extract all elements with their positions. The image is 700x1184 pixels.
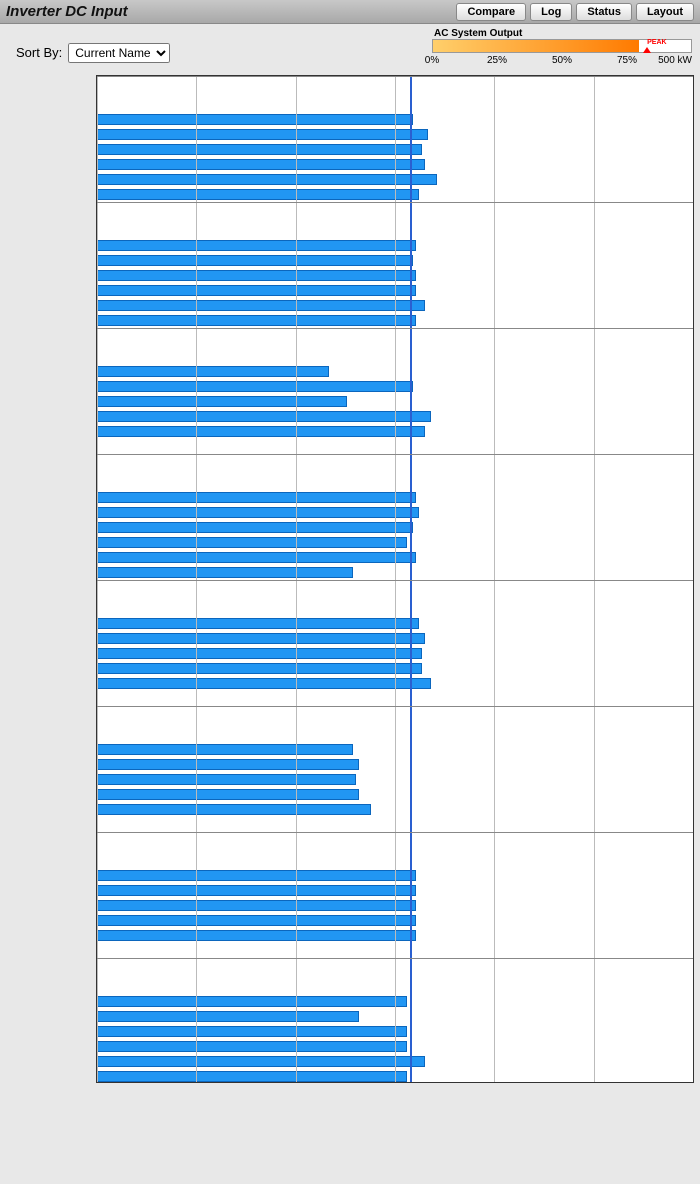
- status-button[interactable]: Status: [576, 3, 632, 21]
- bar: [97, 1071, 407, 1082]
- bar: [97, 255, 413, 266]
- bar: [97, 567, 353, 578]
- bar: [97, 159, 425, 170]
- bar: [97, 678, 431, 689]
- sort-control: Sort By: Current Name: [8, 28, 170, 69]
- ac-tick: 25%: [487, 55, 507, 66]
- group-separator: [97, 202, 693, 203]
- sort-label: Sort By:: [16, 45, 62, 60]
- grid-line: [97, 76, 98, 1082]
- bar: [97, 759, 359, 770]
- compare-button[interactable]: Compare: [456, 3, 526, 21]
- ac-output-bar: PEAK: [432, 39, 692, 53]
- bar: [97, 300, 425, 311]
- bar: [97, 537, 407, 548]
- ac-output-label: AC System Output: [432, 28, 692, 39]
- group-separator: [97, 328, 693, 329]
- bar: [97, 381, 413, 392]
- window-header: Inverter DC Input Compare Log Status Lay…: [0, 0, 700, 24]
- bar: [97, 492, 416, 503]
- ac-output-panel: AC System Output PEAK 0%25%50%75%500 kW: [432, 28, 692, 69]
- peak-marker-icon: [643, 47, 651, 53]
- bar: [97, 366, 329, 377]
- bar: [97, 633, 425, 644]
- sub-header: Sort By: Current Name AC System Output P…: [0, 24, 700, 75]
- bar: [97, 930, 416, 941]
- grid-line: [196, 76, 197, 1082]
- bar: [97, 522, 413, 533]
- bar: [97, 174, 437, 185]
- grid-line: [494, 76, 495, 1082]
- bar: [97, 804, 371, 815]
- group-separator: [97, 76, 693, 77]
- bar: [97, 789, 359, 800]
- bar: [97, 774, 356, 785]
- bar: [97, 129, 428, 140]
- page-title: Inverter DC Input: [6, 3, 128, 20]
- grid-line: [296, 76, 297, 1082]
- group-separator: [97, 832, 693, 833]
- bar: [97, 315, 416, 326]
- bar: [97, 744, 353, 755]
- bar: [97, 870, 416, 881]
- sort-select[interactable]: Current Name: [68, 43, 170, 63]
- reference-line: [410, 76, 412, 1082]
- bar: [97, 426, 425, 437]
- ac-output-ticks: 0%25%50%75%500 kW: [432, 55, 692, 69]
- bar: [97, 648, 422, 659]
- ac-tick: 50%: [552, 55, 572, 66]
- bar: [97, 1026, 407, 1037]
- group-separator: [97, 958, 693, 959]
- bar: [97, 507, 419, 518]
- peak-label: PEAK: [647, 39, 666, 46]
- group-separator: [97, 580, 693, 581]
- ac-tick: 0%: [425, 55, 439, 66]
- toolbar: Compare Log Status Layout: [456, 3, 694, 21]
- bar: [97, 144, 422, 155]
- bar: [97, 915, 416, 926]
- bar: [97, 189, 419, 200]
- group-separator: [97, 706, 693, 707]
- group-separator: [97, 454, 693, 455]
- bar: [97, 618, 419, 629]
- ac-tick: 500 kW: [658, 55, 692, 66]
- bar: [97, 900, 416, 911]
- bar: [97, 240, 416, 251]
- ac-output-fill: [433, 40, 639, 52]
- bar-chart: [96, 75, 694, 1083]
- layout-button[interactable]: Layout: [636, 3, 694, 21]
- bar: [97, 1011, 359, 1022]
- log-button[interactable]: Log: [530, 3, 572, 21]
- bar: [97, 396, 347, 407]
- bar: [97, 885, 416, 896]
- grid-line: [395, 76, 396, 1082]
- bar: [97, 270, 416, 281]
- grid-line: [693, 76, 694, 1082]
- bar: [97, 1056, 425, 1067]
- bar: [97, 663, 422, 674]
- bar: [97, 285, 416, 296]
- ac-tick: 75%: [617, 55, 637, 66]
- bar: [97, 552, 416, 563]
- bar: [97, 996, 407, 1007]
- bar: [97, 411, 431, 422]
- bar: [97, 114, 413, 125]
- bar: [97, 1041, 407, 1052]
- grid-line: [594, 76, 595, 1082]
